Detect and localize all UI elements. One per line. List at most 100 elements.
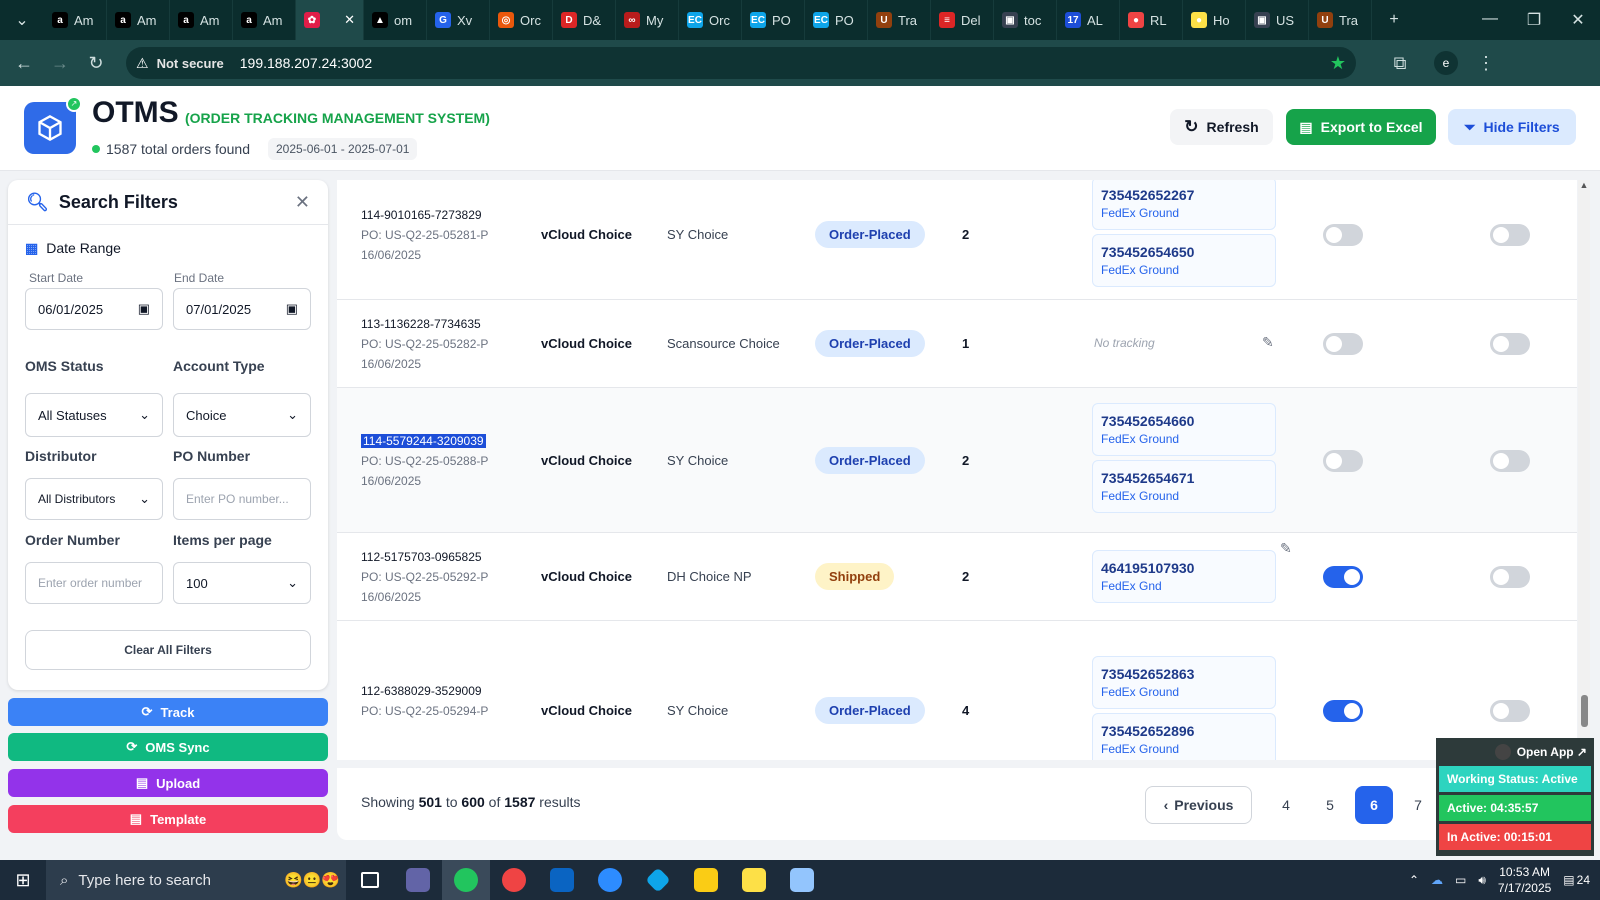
order-number[interactable]: 113-1136228-7734635	[361, 317, 481, 331]
browser-tab[interactable]: ● Ho	[1183, 0, 1246, 40]
export-excel-button[interactable]: ▤ Export to Excel	[1286, 109, 1436, 145]
zoom-icon[interactable]	[586, 860, 634, 900]
shipped-toggle[interactable]	[1323, 700, 1363, 722]
table-scrollbar[interactable]: ▲	[1578, 180, 1590, 760]
maximize-icon[interactable]: ❐	[1512, 10, 1556, 30]
browser-tab[interactable]: ✿ ✕	[296, 0, 364, 40]
browser-tab[interactable]: 17 AL	[1057, 0, 1120, 40]
browser-tab[interactable]: U Tra	[1309, 0, 1372, 40]
delivered-toggle[interactable]	[1490, 449, 1530, 472]
tracking-card[interactable]: 735452652863 FedEx Ground	[1092, 656, 1276, 709]
browser-tab[interactable]: G Xv	[427, 0, 490, 40]
items-per-page-select[interactable]: 100 ⌄	[173, 562, 311, 604]
order-number-input[interactable]: Enter order number	[25, 562, 163, 604]
order-number[interactable]: 114-5579244-3209039	[361, 433, 486, 448]
tracking-card[interactable]: 464195107930 FedEx Gnd	[1092, 550, 1276, 603]
edit-pencil-icon[interactable]: ✎	[1262, 334, 1274, 351]
delivered-toggle[interactable]	[1490, 224, 1530, 246]
shipped-toggle[interactable]	[1323, 224, 1363, 246]
chrome-icon[interactable]	[442, 860, 490, 900]
scrollbar-thumb[interactable]	[1581, 695, 1588, 727]
browser-tab[interactable]: a Am	[107, 0, 170, 40]
onedrive-icon[interactable]: ☁	[1431, 873, 1443, 887]
distributor-select[interactable]: All Distributors ⌄	[25, 478, 163, 520]
new-tab-icon[interactable]: +	[1372, 11, 1416, 29]
calendar-picker-icon[interactable]: ▣	[138, 301, 150, 317]
browser-tab[interactable]: ◎ Orc	[490, 0, 553, 40]
hide-filters-button[interactable]: ⏷ Hide Filters	[1448, 109, 1576, 145]
refresh-button[interactable]: ↻ Refresh	[1170, 109, 1273, 145]
minimize-icon[interactable]: —	[1468, 10, 1512, 30]
shipped-toggle[interactable]	[1323, 566, 1363, 588]
browser-tab[interactable]: EC PO	[742, 0, 805, 40]
track-button[interactable]: ⟳ Track	[8, 698, 328, 726]
back-icon[interactable]: ←	[6, 53, 42, 74]
shipped-toggle[interactable]	[1323, 333, 1363, 355]
browser-tab[interactable]: U Tra	[868, 0, 931, 40]
browser-tab[interactable]: ∞ My	[616, 0, 679, 40]
file-explorer-icon[interactable]	[682, 860, 730, 900]
page-number-button[interactable]: 4	[1267, 786, 1305, 824]
url-input[interactable]: ⚠ Not secure 199.188.207.24:3002 ★	[126, 47, 1356, 79]
page-number-button[interactable]: 5	[1311, 786, 1349, 824]
edit-pencil-icon[interactable]: ✎	[1280, 540, 1292, 557]
table-row[interactable]: 114-9010165-7273829 PO: US-Q2-25-05281-P 1…	[337, 180, 1577, 300]
scroll-up-icon[interactable]: ▲	[1578, 180, 1590, 190]
table-row[interactable]: 113-1136228-7734635 PO: US-Q2-25-05282-P 1…	[337, 300, 1577, 388]
order-number[interactable]: 112-5175703-0965825	[361, 550, 482, 564]
delivered-toggle[interactable]	[1490, 566, 1530, 588]
browser-tab[interactable]: a Am	[44, 0, 107, 40]
open-app-link[interactable]: Open App ↗	[1439, 741, 1591, 763]
browser-tab[interactable]: EC Orc	[679, 0, 742, 40]
po-number-input[interactable]: Enter PO number...	[173, 478, 311, 520]
oms-status-select[interactable]: All Statuses ⌄	[25, 393, 163, 437]
tracking-card[interactable]: 735452652267 FedEx Ground	[1092, 180, 1276, 230]
teams-icon[interactable]	[394, 860, 442, 900]
table-row[interactable]: 112-6388029-3529009 PO: US-Q2-25-05294-P v…	[337, 621, 1577, 760]
forward-icon[interactable]: →	[42, 53, 78, 74]
profile-avatar[interactable]: e	[1434, 51, 1458, 75]
delivered-toggle[interactable]	[1490, 333, 1530, 355]
browser-tab[interactable]: ▣ US	[1246, 0, 1309, 40]
browser-tab[interactable]: a Am	[233, 0, 296, 40]
volume-icon[interactable]: 🔊︎	[1478, 873, 1486, 888]
order-number[interactable]: 112-6388029-3529009	[361, 684, 482, 698]
upload-button[interactable]: ▤ Upload	[8, 769, 328, 797]
template-button[interactable]: ▤ Template	[8, 805, 328, 833]
tray-chevron-icon[interactable]: ⌃	[1409, 873, 1419, 887]
reload-icon[interactable]: ↻	[78, 53, 114, 74]
tracking-card[interactable]: 735452654671 FedEx Ground	[1092, 459, 1276, 513]
delivered-toggle[interactable]	[1490, 700, 1530, 722]
order-number[interactable]: 114-9010165-7273829	[361, 208, 482, 222]
clear-all-filters-button[interactable]: Clear All Filters	[25, 630, 311, 670]
app-diamond-icon[interactable]	[634, 860, 682, 900]
extensions-icon[interactable]: ⧉	[1382, 53, 1418, 74]
outlook-icon[interactable]	[538, 860, 586, 900]
close-window-icon[interactable]: ✕	[1556, 10, 1600, 30]
browser-tab[interactable]: EC PO	[805, 0, 868, 40]
sticky-notes-icon[interactable]	[730, 860, 778, 900]
browser-tab[interactable]: a Am	[170, 0, 233, 40]
table-row[interactable]: 112-5175703-0965825 PO: US-Q2-25-05292-P 1…	[337, 533, 1577, 621]
notepad-icon[interactable]	[778, 860, 826, 900]
table-row[interactable]: 114-5579244-3209039 PO: US-Q2-25-05288-P 1…	[337, 388, 1577, 533]
close-tab-icon[interactable]: ✕	[344, 12, 355, 28]
taskbar-search-input[interactable]: ⌕ Type here to search 😆😐😍	[46, 860, 346, 900]
page-number-button[interactable]: 7	[1399, 786, 1437, 824]
notifications-icon[interactable]: ▤ 24	[1563, 873, 1590, 887]
browser-tab[interactable]: ▲ om	[364, 0, 427, 40]
previous-page-button[interactable]: ‹ Previous	[1145, 786, 1252, 824]
network-icon[interactable]: ▭	[1455, 873, 1466, 887]
shipped-toggle[interactable]	[1323, 449, 1363, 472]
oms-sync-button[interactable]: ⟳ OMS Sync	[8, 733, 328, 761]
browser-tab[interactable]: D D&	[553, 0, 616, 40]
browser-tab[interactable]: ▣ toc	[994, 0, 1057, 40]
tracking-card[interactable]: 735452654650 FedEx Ground	[1092, 234, 1276, 287]
tracking-card[interactable]: 735452652896 FedEx Ground	[1092, 713, 1276, 760]
close-filters-icon[interactable]: ✕	[295, 192, 310, 213]
task-view-icon[interactable]	[346, 860, 394, 900]
end-date-input[interactable]: 07/01/2025 ▣	[173, 288, 311, 330]
tracking-card[interactable]: 735452654660 FedEx Ground	[1092, 402, 1276, 456]
browser-menu-icon[interactable]: ⋮	[1468, 53, 1504, 74]
windows-start-icon[interactable]: ⊞	[0, 860, 46, 900]
